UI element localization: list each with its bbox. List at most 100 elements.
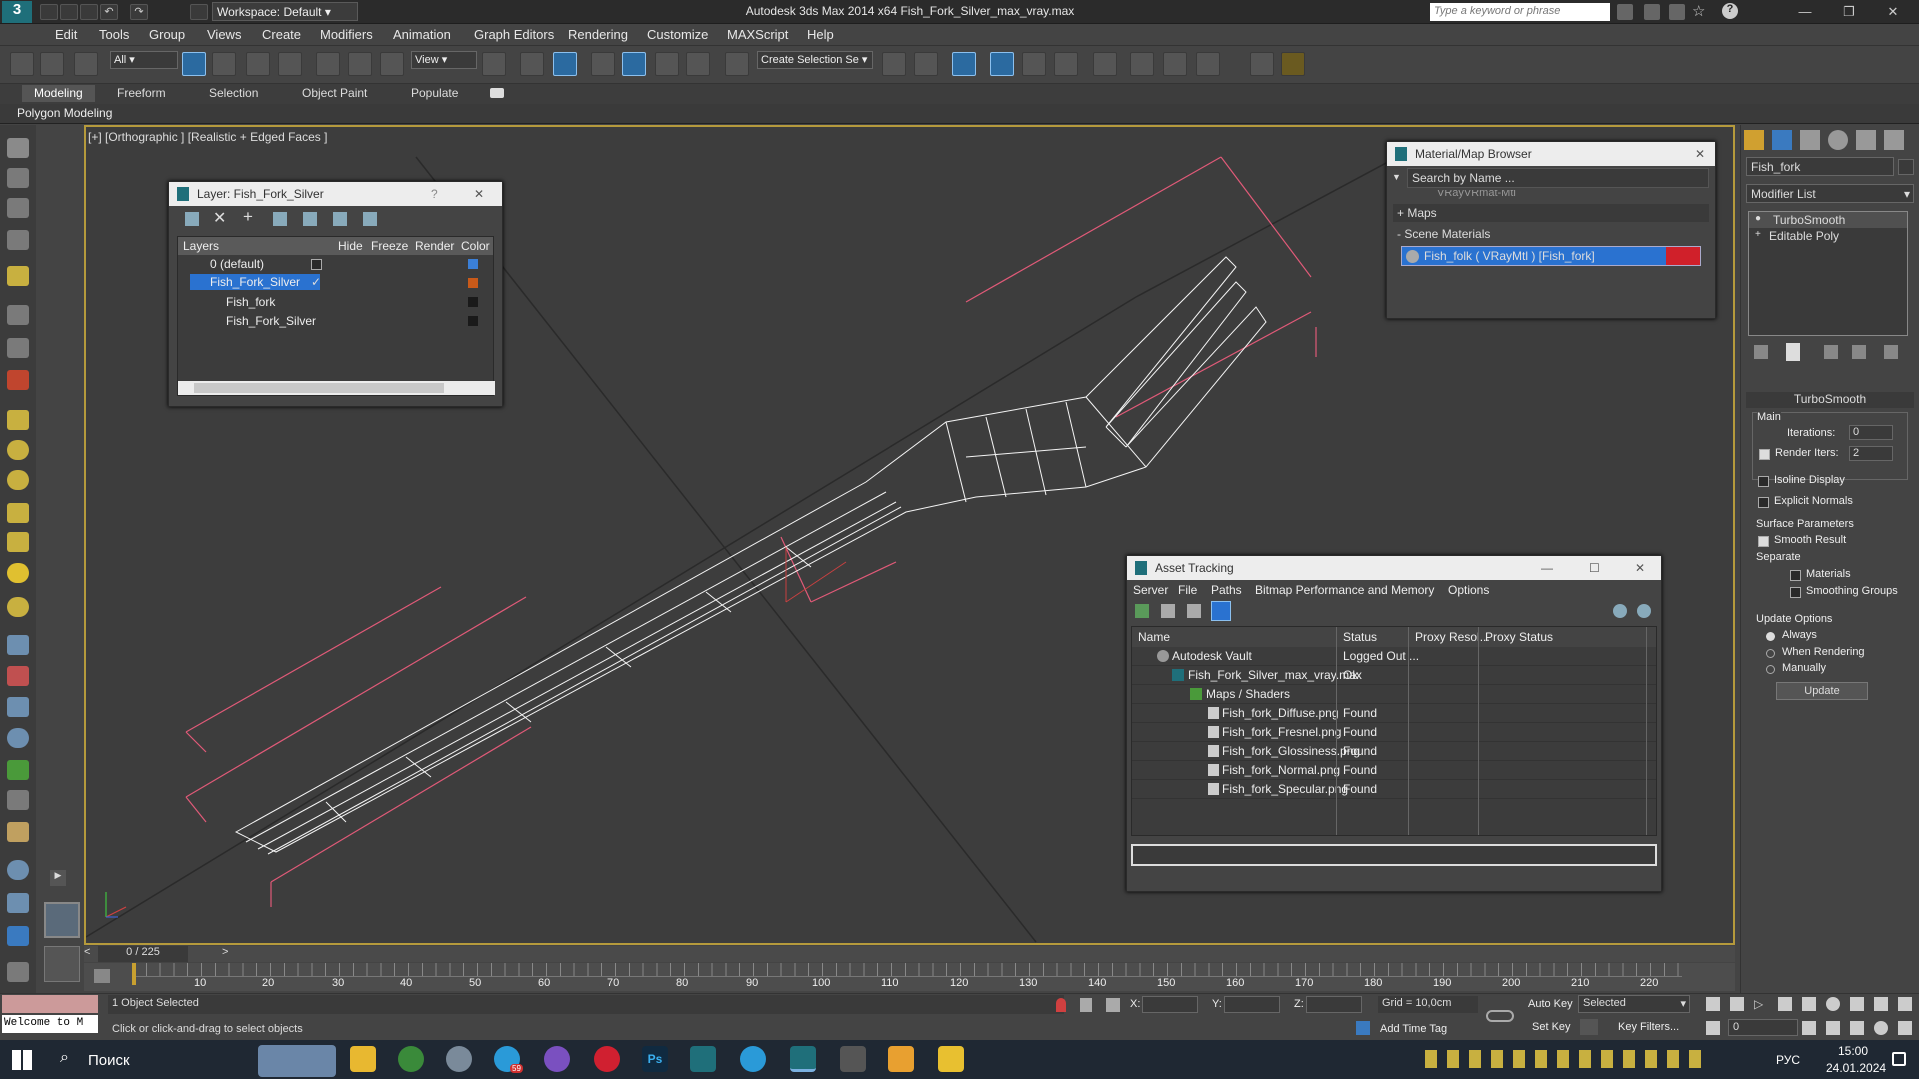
restore-icon[interactable]: ❐ [1834,4,1864,20]
layer-scrollbar[interactable] [178,381,495,395]
app-icon-camera[interactable] [888,1046,914,1072]
material-row[interactable]: Fish_folk ( VRayMtl ) [Fish_fork] [1401,246,1701,266]
rotate-icon[interactable] [348,52,372,76]
modifier-list-dropdown[interactable]: Modifier List ▾ [1746,184,1914,203]
freeze-all-layers-icon[interactable] [363,212,377,226]
edit-named-selections-icon[interactable] [725,52,749,76]
delete-layer-icon[interactable]: ✕ [213,208,226,228]
binoculars-icon[interactable] [1617,4,1633,20]
make-unique-icon[interactable] [1824,345,1838,359]
new-file-icon[interactable] [40,4,58,20]
previous-frame-icon[interactable] [1730,997,1744,1011]
asset-row[interactable]: Autodesk Vault Logged Out ... [1132,647,1656,666]
iterations-spinner[interactable]: 0 [1849,425,1893,440]
material-browser-menu-icon[interactable]: ▼ [1392,172,1401,182]
opera-icon[interactable] [594,1046,620,1072]
layer-row[interactable]: Fish_fork [178,293,493,312]
box-icon[interactable] [7,410,29,430]
layer-manager-icon[interactable] [952,52,976,76]
pan-view-icon[interactable] [1850,1021,1864,1035]
menu-customize[interactable]: Customize [647,27,708,42]
col-proxy-status[interactable]: Proxy Status [1485,630,1553,644]
render-iters-checkbox[interactable] [1759,449,1770,460]
go-to-end-icon[interactable] [1802,997,1816,1011]
move-icon[interactable] [316,52,340,76]
col-name[interactable]: Name [1138,630,1170,644]
viewport-label[interactable]: [+] [Orthographic ] [Realistic + Edged F… [88,130,327,144]
monitor-icon[interactable] [7,926,29,946]
app-logo-icon[interactable]: 3 [2,1,32,23]
set-key-curve-icon[interactable] [1580,1019,1598,1035]
asset-minimize-icon[interactable]: — [1541,561,1553,575]
layer-row[interactable]: Fish_Fork_Silver [178,312,493,331]
3dsmax-active-icon[interactable] [790,1046,816,1072]
layer-scroll-thumb[interactable] [194,383,444,393]
y-coordinate-field[interactable] [1224,996,1280,1013]
taskbar-date[interactable]: 24.01.2024 [1826,1061,1886,1075]
light-bulb-icon[interactable] [7,266,29,286]
display-tab-icon[interactable] [1856,130,1876,150]
render-scene-icon[interactable] [7,893,29,913]
app-icon-bird[interactable] [446,1046,472,1072]
taskbar-search-icon[interactable]: ⌕ [60,1049,69,1067]
manually-radio[interactable] [1766,665,1775,674]
workspace-dropdown[interactable]: Workspace: Default ▾ [212,2,358,21]
menu-edit[interactable]: Edit [55,27,77,42]
select-manipulate-icon[interactable] [520,52,544,76]
group-icon[interactable] [7,370,29,390]
render-iters-spinner[interactable]: 2 [1849,446,1893,461]
ribbon-polygon-modeling[interactable]: Polygon Modeling [17,106,112,120]
orbit-icon[interactable] [1874,1021,1888,1035]
asset-path-field[interactable] [1131,844,1657,866]
object-color-swatch[interactable] [1898,159,1914,175]
pivot-center-icon[interactable] [482,52,506,76]
window-crossing-icon[interactable] [278,52,302,76]
redo-icon[interactable]: ↷ [130,4,148,20]
layer-color-swatch[interactable] [468,278,478,288]
teapot-icon[interactable] [7,138,29,158]
3dsmax-taskbar-icon[interactable] [690,1046,716,1072]
pyramid-icon[interactable] [7,532,29,552]
material-browser-close-icon[interactable]: ✕ [1695,147,1705,161]
viewport-layout-icon[interactable] [44,902,80,938]
zoom-extents-icon[interactable] [1874,997,1888,1011]
add-to-layer-icon[interactable]: + [243,207,253,227]
ribbon-tab-populate[interactable]: Populate [411,86,458,100]
subscription-icon[interactable] [1644,4,1660,20]
asset-row[interactable]: Fish_Fork_Silver_max_vray.max Ok [1132,666,1656,685]
geosphere-icon[interactable] [7,597,29,617]
asset-row[interactable]: Maps / Shaders [1132,685,1656,704]
asset-maximize-icon[interactable]: ☐ [1589,561,1600,575]
table-view-icon[interactable] [1211,601,1231,621]
next-frame-icon[interactable] [1778,997,1792,1011]
menu-views[interactable]: Views [207,27,241,42]
z-coordinate-field[interactable] [1306,996,1362,1013]
col-status[interactable]: Status [1343,630,1377,644]
selection-filter-dropdown[interactable]: All ▾ [110,51,178,69]
search-input[interactable]: Type a keyword or phrase [1430,3,1610,21]
isolate-selection-icon[interactable] [1056,998,1066,1012]
show-end-result-icon[interactable] [1786,343,1800,361]
taskbar-time[interactable]: 15:00 [1838,1044,1868,1058]
favorites-star-icon[interactable]: ☆ [1692,2,1705,20]
zoom-icon[interactable] [1826,997,1840,1011]
always-radio[interactable] [1766,632,1775,641]
layer-color-swatch[interactable] [468,259,478,269]
asset-menu-file[interactable]: File [1178,583,1197,597]
plant-icon[interactable] [7,760,29,780]
unlink-icon[interactable] [40,52,64,76]
menu-animation[interactable]: Animation [393,27,451,42]
layer-row[interactable]: 0 (default) [178,255,493,274]
material-browser-titlebar[interactable]: Material/Map Browser ✕ [1387,142,1715,166]
selection-lock-icon[interactable] [1080,998,1092,1012]
modify-tab-icon[interactable] [1772,130,1792,150]
col-layers[interactable]: Layers [183,239,219,253]
key-mode-dropdown[interactable]: Selected ▾ [1578,995,1690,1013]
active-check-icon[interactable]: ✓ [311,275,321,289]
asset-menu-paths[interactable]: Paths [1211,583,1242,597]
hierarchy-tab-icon[interactable] [1800,130,1820,150]
schematic-view-icon[interactable] [1054,52,1078,76]
smoothing-groups-checkbox[interactable] [1790,587,1801,598]
asset-row[interactable]: Fish_fork_Diffuse.png Found [1132,704,1656,723]
file-explorer-icon[interactable] [350,1046,376,1072]
